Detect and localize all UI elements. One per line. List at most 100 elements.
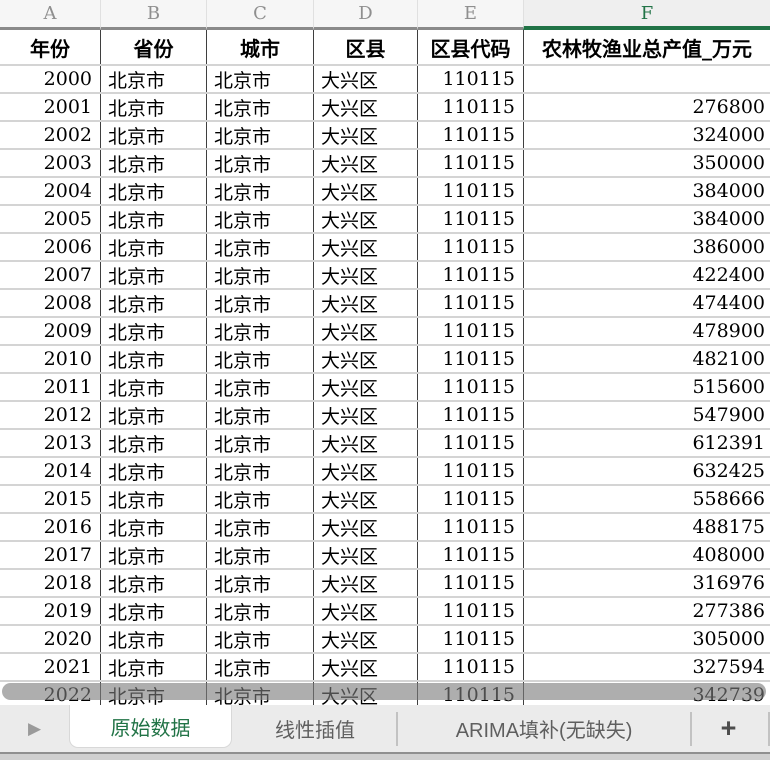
cell[interactable]: 2002 bbox=[0, 122, 100, 148]
cell[interactable]: 大兴区 bbox=[313, 486, 417, 512]
cell[interactable]: 北京市 bbox=[206, 346, 313, 372]
cell[interactable]: 2017 bbox=[0, 542, 100, 568]
cell[interactable]: 北京市 bbox=[206, 234, 313, 260]
cell[interactable]: 大兴区 bbox=[313, 570, 417, 596]
cell[interactable]: 北京市 bbox=[206, 178, 313, 204]
cell[interactable]: 大兴区 bbox=[313, 234, 417, 260]
cell[interactable]: 北京市 bbox=[100, 290, 206, 316]
cell[interactable]: 547900 bbox=[523, 402, 770, 428]
cell[interactable]: 327594 bbox=[523, 654, 770, 680]
cell[interactable]: 316976 bbox=[523, 570, 770, 596]
cell[interactable]: 北京市 bbox=[100, 654, 206, 680]
cell[interactable]: 488175 bbox=[523, 514, 770, 540]
cell[interactable]: 北京市 bbox=[206, 486, 313, 512]
cell[interactable]: 474400 bbox=[523, 290, 770, 316]
horizontal-scrollbar[interactable] bbox=[2, 683, 766, 700]
sheet-nav-button[interactable]: ▶ bbox=[0, 705, 69, 752]
cell[interactable]: 北京市 bbox=[206, 542, 313, 568]
cell[interactable]: 北京市 bbox=[206, 626, 313, 652]
cell[interactable]: 北京市 bbox=[100, 514, 206, 540]
cell[interactable]: 110115 bbox=[417, 430, 523, 456]
sheet-tab-3[interactable]: ARIMA填补(无缺失) bbox=[398, 705, 690, 752]
cell[interactable]: 276800 bbox=[523, 94, 770, 120]
header-cell[interactable]: 年份 bbox=[0, 30, 100, 64]
cell[interactable]: 大兴区 bbox=[313, 346, 417, 372]
cell[interactable]: 2000 bbox=[0, 66, 100, 92]
cell[interactable]: 110115 bbox=[417, 94, 523, 120]
cell[interactable]: 2006 bbox=[0, 234, 100, 260]
column-header-B[interactable]: B bbox=[100, 0, 206, 30]
column-header-C[interactable]: C bbox=[206, 0, 313, 30]
cell[interactable]: 478900 bbox=[523, 318, 770, 344]
cell[interactable]: 110115 bbox=[417, 402, 523, 428]
cell[interactable]: 北京市 bbox=[100, 178, 206, 204]
cell[interactable]: 北京市 bbox=[100, 262, 206, 288]
cell[interactable]: 北京市 bbox=[206, 430, 313, 456]
cell[interactable]: 110115 bbox=[417, 346, 523, 372]
column-header-E[interactable]: E bbox=[417, 0, 523, 30]
cell[interactable]: 北京市 bbox=[206, 598, 313, 624]
cell[interactable]: 110115 bbox=[417, 206, 523, 232]
cell[interactable]: 北京市 bbox=[206, 262, 313, 288]
cell[interactable]: 北京市 bbox=[206, 654, 313, 680]
cell[interactable]: 110115 bbox=[417, 178, 523, 204]
cell[interactable]: 2016 bbox=[0, 514, 100, 540]
cell[interactable]: 110115 bbox=[417, 262, 523, 288]
sheet-tab-1[interactable]: 原始数据 bbox=[69, 705, 233, 748]
cell[interactable]: 北京市 bbox=[100, 402, 206, 428]
cell[interactable]: 612391 bbox=[523, 430, 770, 456]
column-header-F[interactable]: F bbox=[523, 0, 770, 30]
column-header-A[interactable]: A bbox=[0, 0, 100, 30]
cell[interactable]: 2014 bbox=[0, 458, 100, 484]
cell[interactable]: 大兴区 bbox=[313, 290, 417, 316]
cell[interactable]: 110115 bbox=[417, 290, 523, 316]
cell[interactable]: 大兴区 bbox=[313, 654, 417, 680]
cell[interactable]: 大兴区 bbox=[313, 458, 417, 484]
cell[interactable]: 110115 bbox=[417, 234, 523, 260]
cell[interactable]: 110115 bbox=[417, 486, 523, 512]
cell[interactable]: 北京市 bbox=[206, 318, 313, 344]
cell[interactable]: 324000 bbox=[523, 122, 770, 148]
cell[interactable]: 北京市 bbox=[100, 626, 206, 652]
cell[interactable]: 北京市 bbox=[206, 402, 313, 428]
cell[interactable]: 110115 bbox=[417, 66, 523, 92]
cell[interactable]: 2020 bbox=[0, 626, 100, 652]
cell[interactable]: 北京市 bbox=[100, 346, 206, 372]
cell[interactable]: 北京市 bbox=[206, 122, 313, 148]
header-cell[interactable]: 省份 bbox=[100, 30, 206, 64]
cell[interactable]: 北京市 bbox=[206, 514, 313, 540]
cell[interactable]: 515600 bbox=[523, 374, 770, 400]
cell[interactable]: 大兴区 bbox=[313, 514, 417, 540]
cell[interactable]: 2009 bbox=[0, 318, 100, 344]
cell[interactable]: 北京市 bbox=[100, 234, 206, 260]
cell[interactable]: 110115 bbox=[417, 458, 523, 484]
cell[interactable]: 2013 bbox=[0, 430, 100, 456]
cell[interactable]: 北京市 bbox=[100, 430, 206, 456]
cell[interactable]: 305000 bbox=[523, 626, 770, 652]
cell[interactable]: 2008 bbox=[0, 290, 100, 316]
cell[interactable]: 422400 bbox=[523, 262, 770, 288]
cell[interactable]: 大兴区 bbox=[313, 542, 417, 568]
cell[interactable]: 2018 bbox=[0, 570, 100, 596]
cell[interactable]: 大兴区 bbox=[313, 206, 417, 232]
cell[interactable]: 2019 bbox=[0, 598, 100, 624]
header-cell[interactable]: 城市 bbox=[206, 30, 313, 64]
cell[interactable]: 北京市 bbox=[100, 122, 206, 148]
sheet-tab-2[interactable]: 线性插值 bbox=[234, 705, 396, 752]
cell[interactable]: 2015 bbox=[0, 486, 100, 512]
cell[interactable]: 2007 bbox=[0, 262, 100, 288]
cell[interactable]: 2012 bbox=[0, 402, 100, 428]
cell[interactable]: 110115 bbox=[417, 318, 523, 344]
cell[interactable]: 北京市 bbox=[206, 374, 313, 400]
cell[interactable]: 北京市 bbox=[100, 486, 206, 512]
cell[interactable]: 大兴区 bbox=[313, 94, 417, 120]
cell[interactable]: 2003 bbox=[0, 150, 100, 176]
cell[interactable]: 北京市 bbox=[100, 206, 206, 232]
cell[interactable]: 2001 bbox=[0, 94, 100, 120]
cell[interactable]: 110115 bbox=[417, 122, 523, 148]
cell[interactable]: 大兴区 bbox=[313, 122, 417, 148]
cell[interactable]: 384000 bbox=[523, 178, 770, 204]
header-cell[interactable]: 区县代码 bbox=[417, 30, 523, 64]
cell[interactable]: 北京市 bbox=[206, 150, 313, 176]
cell[interactable]: 北京市 bbox=[206, 570, 313, 596]
